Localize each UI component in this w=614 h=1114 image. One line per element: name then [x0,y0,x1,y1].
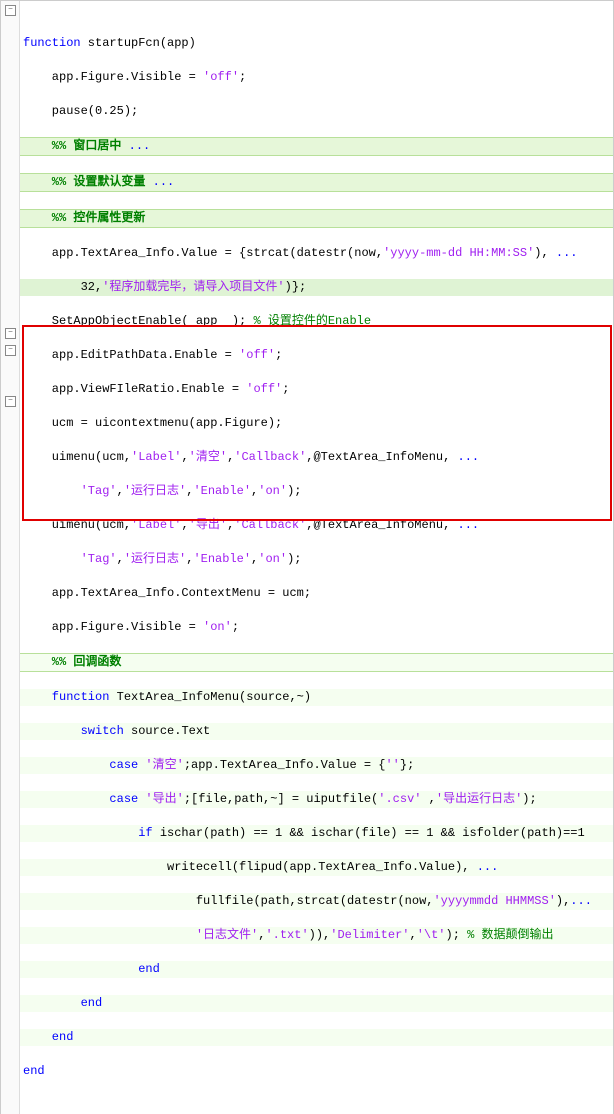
fold-marker[interactable] [5,5,16,16]
code-line: case '导出';[file,path,~] = uiputfile('.cs… [19,791,613,808]
code-line: '日志文件','.txt')),'Delimiter','\t'); % 数据颠… [19,927,613,944]
fold-marker[interactable] [5,345,16,356]
code-line: writecell(flipud(app.TextArea_Info.Value… [19,859,613,876]
code-line: function startupFcn(app) [19,35,613,52]
code-line: fullfile(path,strcat(datestr(now,'yyyymm… [19,893,613,910]
code-line: 'Tag','运行日志','Enable','on'); [19,551,613,568]
code-line: uimenu(ucm,'Label','导出','Callback',@Text… [19,517,613,534]
code-line: SetAppObjectEnable( app ); % 设置控件的Enable [19,313,613,330]
fold-marker[interactable] [5,396,16,407]
section-header: %% 控件属性更新 [19,209,613,228]
code-line: end [19,995,613,1012]
code-line: switch source.Text [19,723,613,740]
code-line: 'Tag','运行日志','Enable','on'); [19,483,613,500]
code-line: app.ViewFIleRatio.Enable = 'off'; [19,381,613,398]
section-header: %% 回调函数 [19,653,613,672]
code-line: uimenu(ucm,'Label','清空','Callback',@Text… [19,449,613,466]
code-line: app.Figure.Visible = 'on'; [19,619,613,636]
code-line: app.TextArea_Info.Value = {strcat(datest… [19,245,613,262]
code-line: end [19,1063,613,1080]
code-line: app.Figure.Visible = 'off'; [19,69,613,86]
code-line: app.TextArea_Info.ContextMenu = ucm; [19,585,613,602]
code-line-highlight: 32,'程序加载完毕，请导入项目文件')}; [19,279,613,296]
code-line: case '清空';app.TextArea_Info.Value = {''}… [19,757,613,774]
code-area[interactable]: function startupFcn(app) app.Figure.Visi… [19,1,613,1114]
code-line: end [19,1029,613,1046]
code-line: end [19,961,613,978]
code-line: pause(0.25); [19,103,613,120]
code-editor[interactable]: function startupFcn(app) app.Figure.Visi… [0,0,614,1114]
fold-marker[interactable] [5,328,16,339]
code-line: if ischar(path) == 1 && ischar(file) == … [19,825,613,842]
gutter [1,1,20,1114]
code-line: app.EditPathData.Enable = 'off'; [19,347,613,364]
section-header: %% 窗口居中 ... [19,137,613,156]
code-line: function TextArea_InfoMenu(source,~) [19,689,613,706]
code-line: ucm = uicontextmenu(app.Figure); [19,415,613,432]
section-header: %% 设置默认变量 ... [19,173,613,192]
